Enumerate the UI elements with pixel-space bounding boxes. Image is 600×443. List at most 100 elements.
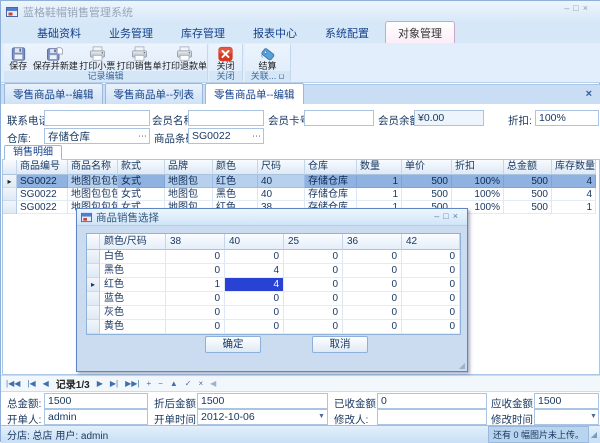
doc-tab-retail-list[interactable]: 零售商品单--列表	[105, 83, 204, 104]
window-title: 蓝格鞋帽销售管理系统	[23, 4, 133, 20]
nav-prev-page-icon[interactable]: |◀	[27, 379, 35, 388]
row-indicator-icon: ▸	[3, 175, 17, 188]
col-quantity[interactable]: 数量	[357, 160, 402, 175]
ribbon-tab-system-config[interactable]: 系统配置	[313, 22, 381, 43]
received-amount-input[interactable]	[377, 393, 487, 409]
matrix-col-color-size[interactable]: 颜色/尺码	[100, 234, 166, 250]
discount-input[interactable]	[535, 110, 599, 126]
nav-append-icon[interactable]: +	[146, 379, 151, 388]
matrix-col-25[interactable]: 25	[284, 234, 343, 250]
ribbon-tab-object-management[interactable]: 对象管理	[385, 21, 455, 43]
col-color[interactable]: 颜色	[213, 160, 258, 175]
nav-first-icon[interactable]: |◀◀	[6, 379, 20, 388]
save-and-new-button-label: 保存并新建	[33, 62, 78, 71]
ribbon-group-label: 记录编辑	[4, 71, 207, 82]
create-time-dropdown-icon[interactable]: ▼	[318, 413, 325, 420]
tab-sales-detail[interactable]: 销售明细	[4, 145, 62, 160]
col-unit-price[interactable]: 单价	[402, 160, 452, 175]
ribbon-tab-basic-data[interactable]: 基础资料	[25, 22, 93, 43]
printer-icon	[175, 45, 194, 62]
matrix-row-blue[interactable]: 蓝色 0 0 0 0 0	[87, 292, 460, 306]
creator-input	[44, 409, 148, 425]
warehouse-ellipsis-button[interactable]: ⋯	[138, 131, 147, 142]
print-refund-button[interactable]: 打印退款单	[162, 45, 207, 71]
ribbon-body: 保存 保存并新建 打印小票 打印销售单	[1, 43, 600, 83]
floppy-new-icon	[46, 45, 64, 62]
ribbon-tab-business[interactable]: 业务管理	[97, 22, 165, 43]
color-size-matrix[interactable]: 颜色/尺码 38 40 25 36 42 白色 0 0 0 0 0 黑色 0 4…	[86, 233, 461, 335]
col-style[interactable]: 款式	[118, 160, 165, 175]
row-indicator-icon: ▸	[87, 278, 100, 292]
ribbon-group-related: 结算 关联...	[245, 44, 291, 82]
app-icon	[6, 6, 18, 18]
close-form-button[interactable]: 关闭	[211, 45, 241, 71]
ribbon-group-label: 关闭	[209, 71, 242, 82]
receivable-amount-label: 应收金额:	[491, 396, 536, 411]
col-brand[interactable]: 品牌	[165, 160, 213, 175]
col-warehouse[interactable]: 仓库	[305, 160, 357, 175]
col-size[interactable]: 尺码	[258, 160, 305, 175]
member-name-input[interactable]	[188, 110, 264, 126]
doc-tab-close-icon[interactable]: ×	[586, 88, 592, 100]
matrix-row-yellow[interactable]: 黄色 0 0 0 0 0	[87, 320, 460, 334]
cancel-button[interactable]: 取消	[312, 336, 368, 353]
record-position-label: 记录1/3	[56, 376, 90, 391]
nav-edit-icon[interactable]: ▲	[170, 379, 178, 388]
print-receipt-button[interactable]: 打印小票	[78, 45, 116, 71]
contact-phone-input[interactable]	[44, 110, 150, 126]
ribbon-tab-reports[interactable]: 报表中心	[241, 22, 309, 43]
warehouse-input[interactable]	[44, 128, 150, 144]
nav-collapse-icon[interactable]: ◀	[210, 379, 216, 388]
received-amount-label: 已收金额:	[334, 396, 379, 411]
col-discount[interactable]: 折扣	[452, 160, 504, 175]
ribbon-tab-strip: 基础资料 业务管理 库存管理 报表中心 系统配置 对象管理	[1, 23, 600, 43]
selected-cell: 4	[225, 278, 284, 292]
matrix-col-36[interactable]: 36	[343, 234, 402, 250]
ribbon-group-record-edit: 保存 保存并新建 打印小票 打印销售单	[4, 44, 208, 82]
nav-delete-icon[interactable]: −	[158, 379, 163, 388]
nav-last-icon[interactable]: ▶▶|	[125, 379, 139, 388]
save-button[interactable]: 保存	[4, 45, 33, 71]
table-row[interactable]: SG0022 地图包包包 女式 地图包 黑色 40 存储仓库 1 500 100…	[3, 188, 599, 201]
nav-next-page-icon[interactable]: ▶|	[110, 379, 118, 388]
matrix-row-red[interactable]: ▸ 红色 1 4 0 0 0	[87, 278, 460, 292]
ribbon-tab-inventory[interactable]: 库存管理	[169, 22, 237, 43]
table-row[interactable]: ▸ SG0022 地图包包包 女式 地图包 红色 40 存储仓库 1 500 1…	[3, 175, 599, 188]
col-product-name[interactable]: 商品名称	[68, 160, 118, 175]
nav-next-icon[interactable]: ▶	[97, 379, 103, 388]
matrix-row-gray[interactable]: 灰色 0 0 0 0 0	[87, 306, 460, 320]
matrix-row-white[interactable]: 白色 0 0 0 0 0	[87, 250, 460, 264]
matrix-corner	[87, 234, 100, 250]
doc-tab-retail-edit-2[interactable]: 零售商品单--编辑	[205, 83, 304, 105]
member-card-input[interactable]	[304, 110, 374, 126]
col-product-code[interactable]: 商品编号	[17, 160, 68, 175]
matrix-col-40[interactable]: 40	[225, 234, 284, 250]
printer-icon	[88, 45, 107, 62]
window-controls[interactable]: –□×	[564, 3, 592, 13]
create-time-input[interactable]	[197, 409, 328, 425]
dialog-window-controls[interactable]: –□×	[434, 211, 462, 221]
nav-end-edit-icon[interactable]: ✓	[185, 379, 192, 388]
dialog-launcher-icon[interactable]	[279, 74, 284, 79]
settle-button[interactable]: 结算	[252, 45, 284, 71]
dialog-title-bar[interactable]: 商品销售选择	[77, 209, 467, 226]
matrix-col-38[interactable]: 38	[166, 234, 225, 250]
matrix-col-42[interactable]: 42	[402, 234, 460, 250]
col-stock-qty[interactable]: 库存数量	[552, 160, 596, 175]
ok-button[interactable]: 确定	[205, 336, 261, 353]
dialog-resize-grip[interactable]: ◢	[459, 361, 465, 370]
print-sales-order-button[interactable]: 打印销售单	[116, 45, 162, 71]
doc-tab-retail-edit-1[interactable]: 零售商品单--编辑	[4, 83, 103, 104]
barcode-ellipsis-button[interactable]: ⋯	[252, 131, 261, 142]
window-resize-grip[interactable]: ◢	[591, 430, 597, 439]
close-icon: ×	[583, 3, 592, 13]
total-amount-input	[44, 393, 148, 409]
matrix-row-black[interactable]: 黑色 0 4 0 0 0	[87, 264, 460, 278]
save-and-new-button[interactable]: 保存并新建	[33, 45, 79, 71]
product-sale-selection-dialog: 商品销售选择 –□× 颜色/尺码 38 40 25 36 42 白色 0 0 0…	[76, 208, 468, 372]
nav-prev-icon[interactable]: ◀	[43, 379, 49, 388]
col-total[interactable]: 总金额	[504, 160, 552, 175]
modify-time-dropdown-icon[interactable]: ▼	[590, 413, 597, 420]
total-amount-label: 总金额:	[7, 396, 41, 411]
nav-cancel-edit-icon[interactable]: ×	[198, 379, 203, 388]
